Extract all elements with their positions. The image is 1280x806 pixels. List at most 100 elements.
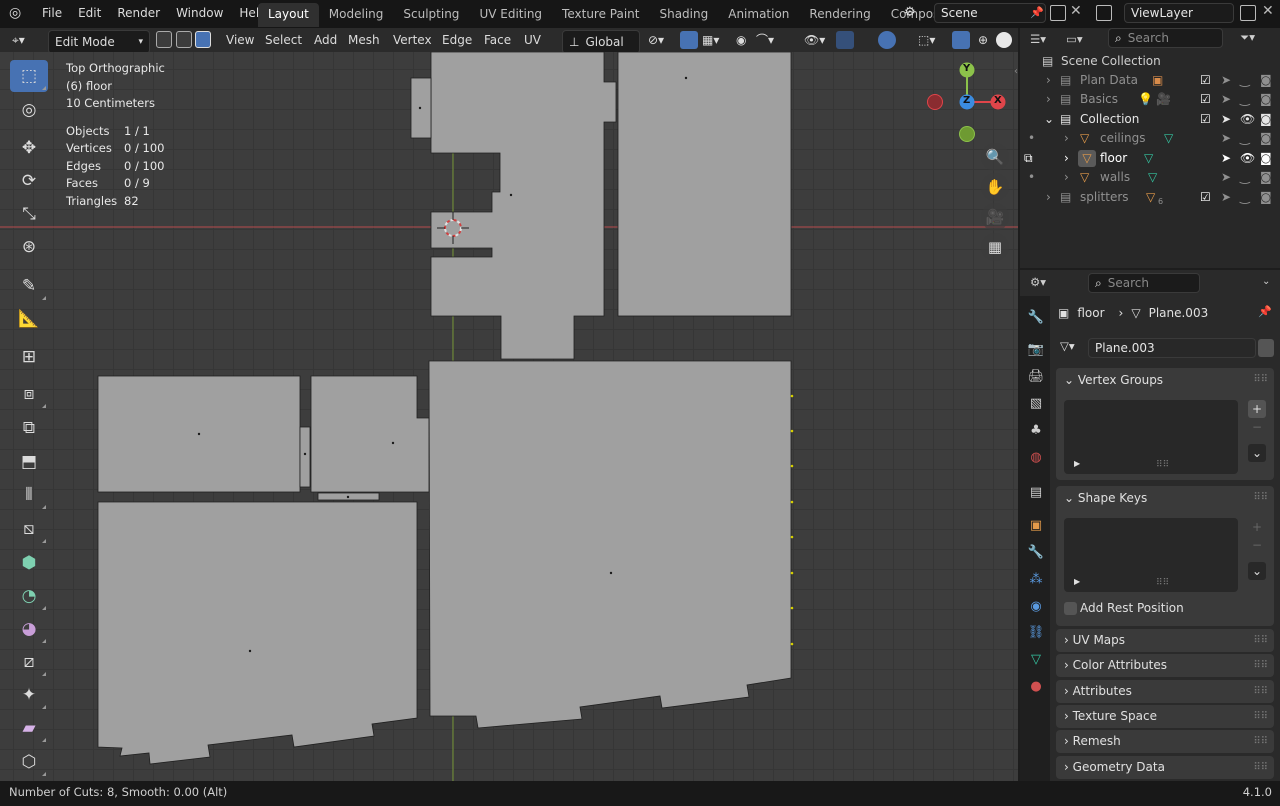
viewlayer-icon[interactable] — [1096, 5, 1112, 21]
rotate-tool-icon[interactable]: ⟳ — [10, 165, 48, 197]
mesh-edit-overlay-icon[interactable]: ⬚▾ — [918, 28, 935, 52]
face-menu[interactable]: Face — [484, 28, 511, 52]
add-rest-position-checkbox[interactable] — [1064, 602, 1077, 615]
selectable-icon[interactable]: ➤ — [1221, 110, 1231, 129]
gizmo-toggle-icon[interactable] — [836, 31, 854, 49]
remesh-panel[interactable]: › Remesh ⠿⠿ — [1056, 730, 1274, 753]
smooth-tool-icon[interactable]: ◕ — [10, 613, 48, 645]
editor-type-icon[interactable]: ⌖▾ — [12, 28, 25, 52]
tab-uv-editing[interactable]: UV Editing — [469, 3, 552, 27]
falloff-icon[interactable]: ⌒▾ — [756, 28, 774, 52]
pin-icon[interactable]: 📌 — [1030, 6, 1044, 19]
loop-cut-tool-icon[interactable]: ⫴ — [10, 479, 48, 511]
scale-tool-icon[interactable]: ⤡ — [10, 198, 48, 230]
menu-edit[interactable]: Edit — [70, 6, 109, 20]
checkbox-icon[interactable]: ☑ — [1200, 71, 1211, 90]
checkbox-icon[interactable]: ☑ — [1200, 90, 1211, 109]
expand-icon[interactable]: ▶ — [1074, 577, 1080, 586]
tab-object-icon[interactable]: ▣ — [1025, 514, 1047, 536]
move-tool-icon[interactable]: ✥ — [10, 132, 48, 164]
transform-orientation[interactable]: ⊥ Global — [562, 30, 640, 54]
fake-user-icon[interactable] — [1258, 339, 1274, 357]
rip-tool-icon[interactable]: ⬡ — [10, 746, 48, 778]
ortho-grid-icon[interactable]: ▦ — [981, 233, 1009, 261]
blender-logo-icon[interactable]: ◎ — [9, 5, 27, 23]
drag-handle-icon[interactable]: ⠿⠿ — [1253, 629, 1268, 653]
tab-animation[interactable]: Animation — [718, 3, 799, 27]
tab-shading[interactable]: Shading — [649, 3, 718, 27]
tab-world-icon[interactable]: ◍ — [1025, 446, 1047, 468]
edge-menu[interactable]: Edge — [442, 28, 472, 52]
tab-render-icon[interactable]: 📷 — [1025, 338, 1047, 360]
tab-mesh-data-icon[interactable]: ▽ — [1025, 648, 1047, 670]
resize-handle-icon[interactable]: ⠿⠿ — [1156, 460, 1169, 470]
outliner-item-floor[interactable]: ⧉ › ▽ floor ▽ ➤ 👁 ◙ — [1020, 149, 1280, 168]
vertex-select-icon[interactable] — [156, 31, 172, 48]
selectable-icon[interactable]: ➤ — [1221, 149, 1231, 168]
tab-modifiers-icon[interactable]: 🔧 — [1025, 541, 1047, 563]
render-icon[interactable]: ◙ — [1260, 149, 1272, 168]
new-viewlayer-icon[interactable] — [1240, 5, 1256, 21]
vertex-group-specials-button[interactable]: ⌄ — [1248, 444, 1266, 462]
drag-handle-icon[interactable]: ⠿⠿ — [1253, 756, 1268, 780]
render-icon[interactable]: ◙ — [1260, 110, 1272, 129]
hidden-icon[interactable]: ‿ — [1240, 168, 1250, 187]
view-menu[interactable]: View — [226, 28, 254, 52]
remove-vertex-group-button[interactable]: − — [1248, 420, 1266, 438]
drag-handle-icon[interactable]: ⠿⠿ — [1253, 486, 1268, 510]
tab-tool-icon[interactable]: 🔧 — [1025, 306, 1047, 328]
scene-selector-icon[interactable]: ⚙ — [904, 5, 916, 20]
color-attributes-panel[interactable]: › Color Attributes ⠿⠿ — [1056, 654, 1274, 677]
drag-handle-icon[interactable]: ⠿⠿ — [1253, 680, 1268, 704]
render-icon[interactable]: ◙ — [1260, 188, 1272, 207]
snap-target-icon[interactable]: ▦▾ — [702, 28, 719, 52]
eye-icon[interactable]: 👁 — [1240, 149, 1255, 168]
tab-sculpting[interactable]: Sculpting — [393, 3, 469, 27]
add-cube-tool-icon[interactable]: ⊞ — [10, 341, 48, 373]
proportional-edit-icon[interactable]: ◉ — [736, 28, 746, 52]
hidden-icon[interactable]: ‿ — [1240, 71, 1250, 90]
drag-handle-icon[interactable]: ⠿⠿ — [1253, 730, 1268, 754]
outliner-item-basics[interactable]: › ▤ Basics 💡 🎥 ☑ ➤ ‿ ◙ — [1020, 90, 1280, 109]
checkbox-icon[interactable]: ☑ — [1200, 110, 1211, 129]
tab-material-icon[interactable]: ● — [1025, 675, 1047, 697]
menu-window[interactable]: Window — [168, 6, 231, 20]
eye-icon[interactable]: 👁 — [1240, 110, 1255, 129]
select-box-icon[interactable]: ⬚ — [10, 60, 48, 92]
tab-particles-icon[interactable]: ⁂ — [1025, 568, 1047, 590]
shrink-fatten-tool-icon[interactable]: ✦ — [10, 679, 48, 711]
geometry-data-panel[interactable]: › Geometry Data ⠿⠿ — [1056, 756, 1274, 779]
selectable-icon[interactable]: ➤ — [1221, 168, 1231, 187]
face-select-icon[interactable] — [195, 31, 211, 48]
outliner-item-ceilings[interactable]: • › ▽ ceilings ▽ ➤ ‿ ◙ — [1020, 129, 1280, 148]
render-icon[interactable]: ◙ — [1260, 168, 1272, 187]
resize-handle-icon[interactable]: ⠿⠿ — [1156, 578, 1169, 588]
uv-maps-panel[interactable]: › UV Maps ⠿⠿ — [1056, 629, 1274, 652]
menu-render[interactable]: Render — [109, 6, 168, 20]
extrude-tool-icon[interactable]: ⧈ — [10, 378, 48, 410]
cursor-tool-icon[interactable]: ◎ — [10, 94, 48, 126]
drag-handle-icon[interactable]: ⠿⠿ — [1253, 705, 1268, 729]
delete-scene-icon[interactable]: ✕ — [1070, 3, 1082, 19]
gizmo-z-label[interactable]: Z — [963, 95, 970, 106]
vertex-groups-list[interactable]: ▶ ⠿⠿ — [1064, 400, 1238, 474]
outliner-item-collection[interactable]: ⌄ ▤ Collection ☑ ➤ 👁 ◙ — [1020, 110, 1280, 129]
tab-physics-icon[interactable]: ◉ — [1025, 595, 1047, 617]
new-scene-icon[interactable] — [1050, 5, 1066, 21]
properties-search[interactable]: ⌕ Search — [1088, 273, 1200, 293]
add-shape-key-button[interactable]: + — [1248, 518, 1266, 536]
wireframe-shading-icon[interactable]: ⊕ — [978, 28, 988, 52]
hidden-icon[interactable]: ‿ — [1240, 188, 1250, 207]
outliner-item-splitters[interactable]: › ▤ splitters ▽ 6 ☑ ➤ ‿ ◙ — [1020, 188, 1280, 207]
inset-tool-icon[interactable]: ⧉ — [10, 412, 48, 444]
vertex-menu[interactable]: Vertex — [393, 28, 432, 52]
camera-view-icon[interactable]: 🎥 — [981, 203, 1009, 231]
gizmo-y-label[interactable]: Y — [963, 63, 970, 74]
tab-constraints-icon[interactable]: ⛓ — [1025, 621, 1047, 643]
hidden-icon[interactable]: ‿ — [1240, 129, 1250, 148]
transform-tool-icon[interactable]: ⊛ — [10, 231, 48, 263]
mesh-datablock-field[interactable]: Plane.003 — [1088, 338, 1256, 358]
annotate-tool-icon[interactable]: ✎ — [10, 270, 48, 302]
tab-modeling[interactable]: Modeling — [319, 3, 394, 27]
delete-viewlayer-icon[interactable]: ✕ — [1262, 3, 1274, 19]
